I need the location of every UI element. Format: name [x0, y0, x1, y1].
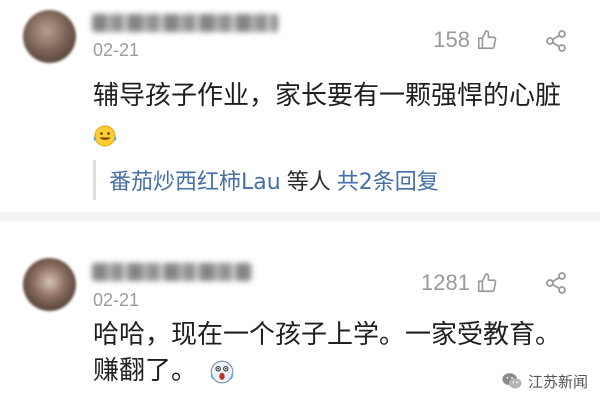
comment-date: 02-21 [93, 40, 140, 60]
reply-etc: 等人 [286, 170, 331, 195]
reply-usernames[interactable]: 番茄炒西红柿Lau [109, 164, 281, 196]
like-count: 1281 [421, 270, 470, 295]
comment-item: 02-21 158 辅导孩子作业，家长要有一颗强悍的心脏 番茄炒西红柿Lau 等… [0, 0, 600, 212]
comment-text-line: 哈哈，现在一个孩子上学。一家受教育。 [93, 320, 562, 350]
username-blurred[interactable] [92, 263, 252, 281]
comment-date: 02-21 [93, 290, 140, 310]
watermark-text: 江苏新闻 [527, 373, 588, 391]
share-icon[interactable] [544, 271, 568, 295]
comment-text: 辅导孩子作业，家长要有一颗强悍的心脏 [93, 81, 562, 111]
reply-summary[interactable]: 番茄炒西红柿Lau 等人 共2条回复 [93, 160, 439, 200]
thumbs-up-icon [477, 30, 497, 50]
username-blurred[interactable] [92, 14, 278, 32]
share-icon[interactable] [544, 29, 568, 53]
avatar[interactable] [23, 258, 76, 311]
avatar[interactable] [23, 10, 76, 63]
like-button[interactable]: 158 [433, 27, 498, 53]
reply-count-link[interactable]: 共2条回复 [337, 164, 439, 196]
comment-text-fragment: 赚翻了。 [93, 356, 198, 386]
screaming-face-emoji [210, 360, 234, 383]
watermark: 江苏新闻 [501, 370, 588, 392]
wechat-logo-icon [502, 373, 522, 389]
thumbs-up-icon [477, 273, 497, 293]
grinning-face-emoji [93, 125, 117, 147]
like-button[interactable]: 1281 [421, 270, 498, 296]
like-count: 158 [433, 27, 470, 52]
